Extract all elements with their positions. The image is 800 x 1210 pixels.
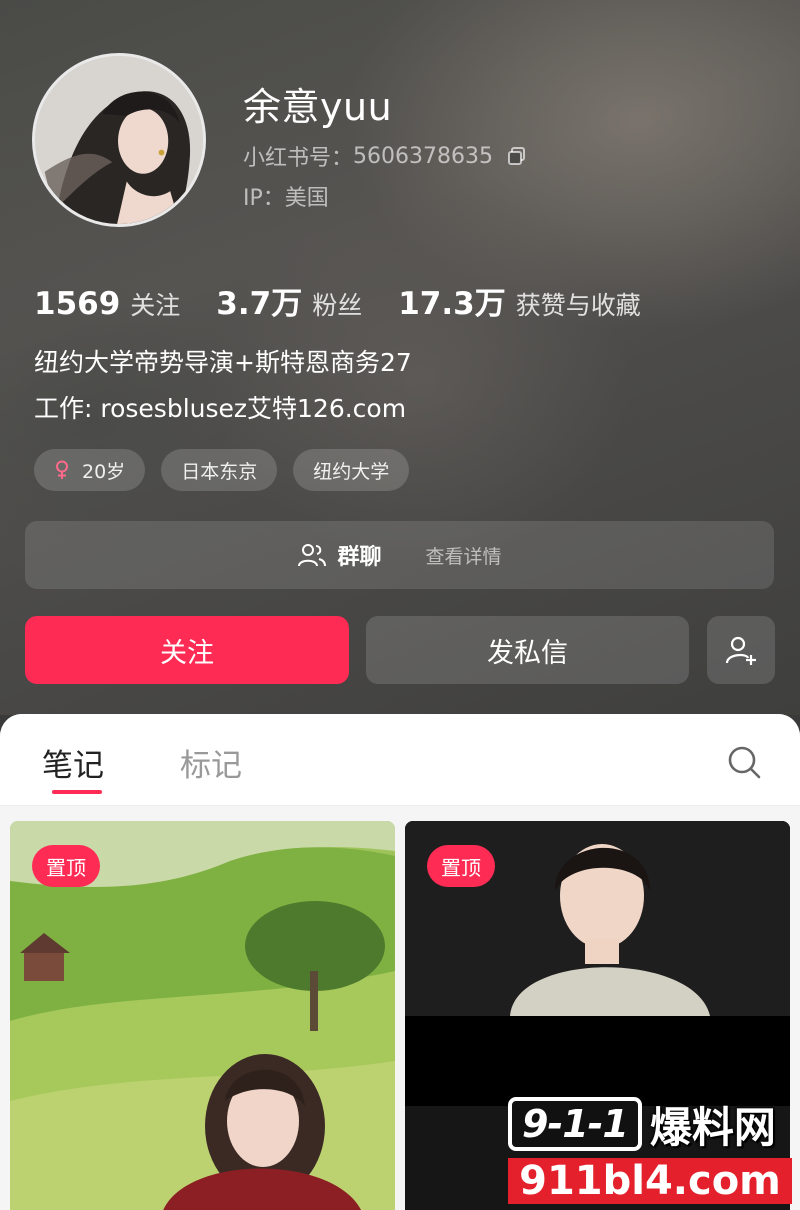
stat-number: 1569: [34, 286, 121, 322]
profile-header: 余意yuu 小红书号： 5606378635 IP：美国 1569 关注 3.7…: [0, 0, 800, 715]
avatar[interactable]: [32, 53, 206, 227]
group-chat-label: 群聊: [337, 545, 382, 570]
stat-label: 获赞与收藏: [515, 291, 641, 320]
watermark-box: 9-1-1: [508, 1097, 642, 1151]
ip-location: IP：美国: [243, 186, 329, 211]
tag-label: 日本东京: [181, 460, 258, 483]
active-tab-indicator: [52, 790, 102, 794]
red-id: 小红书号： 5606378635: [243, 140, 527, 172]
tag-label: 20岁: [82, 460, 126, 483]
add-friend-button[interactable]: [707, 616, 775, 684]
stat-likes[interactable]: 17.3万 获赞与收藏: [398, 278, 641, 323]
pinned-badge: 置顶: [427, 845, 495, 887]
bio: 纽约大学帝势导演+斯特恩商务27 工作: rosesblusez艾特126.co…: [34, 340, 774, 432]
stat-followers[interactable]: 3.7万 粉丝: [216, 278, 362, 323]
tag-age: 20岁: [34, 449, 146, 491]
tab-bar: 笔记 标记: [0, 714, 800, 806]
follow-button[interactable]: 关注: [25, 616, 349, 684]
copy-icon[interactable]: [507, 146, 527, 166]
nickname: 余意yuu: [243, 85, 393, 129]
search-icon[interactable]: [726, 744, 762, 780]
red-id-value: 5606378635: [353, 143, 493, 169]
red-id-label: 小红书号：: [243, 146, 354, 171]
tag-location: 日本东京: [161, 449, 278, 491]
female-icon: [56, 460, 68, 479]
watermark-logo: 9-1-1 爆料网: [508, 1095, 776, 1153]
bio-line: 纽约大学帝势导演+斯特恩商务27: [34, 348, 412, 377]
tag-list: 20岁 日本东京 纽约大学: [34, 449, 425, 491]
avatar-image: [35, 56, 203, 224]
stat-number: 17.3万: [398, 286, 506, 322]
note-card[interactable]: 置顶: [10, 821, 395, 1210]
bio-line: 工作: rosesblusez艾特126.com: [34, 394, 407, 423]
watermark-text: 爆料网: [649, 1102, 776, 1152]
pinned-badge: 置顶: [32, 845, 100, 887]
group-chat-detail[interactable]: 查看详情: [426, 542, 502, 569]
tag-label: 纽约大学: [313, 460, 390, 483]
group-chat-bar[interactable]: 群聊 查看详情: [25, 521, 774, 589]
tab-notes[interactable]: 笔记: [42, 740, 104, 785]
stat-label: 关注: [130, 291, 181, 320]
watermark-domain: 911bl4.com: [508, 1158, 792, 1204]
stat-following[interactable]: 1569 关注: [34, 286, 180, 322]
stats-row: 1569 关注 3.7万 粉丝 17.3万 获赞与收藏: [34, 278, 677, 323]
message-button[interactable]: 发私信: [366, 616, 689, 684]
stat-label: 粉丝: [312, 291, 363, 320]
group-icon: [298, 544, 327, 567]
tab-marks[interactable]: 标记: [180, 740, 242, 785]
stat-number: 3.7万: [216, 286, 303, 322]
tag-school: 纽约大学: [293, 449, 410, 491]
add-user-icon: [725, 636, 756, 665]
